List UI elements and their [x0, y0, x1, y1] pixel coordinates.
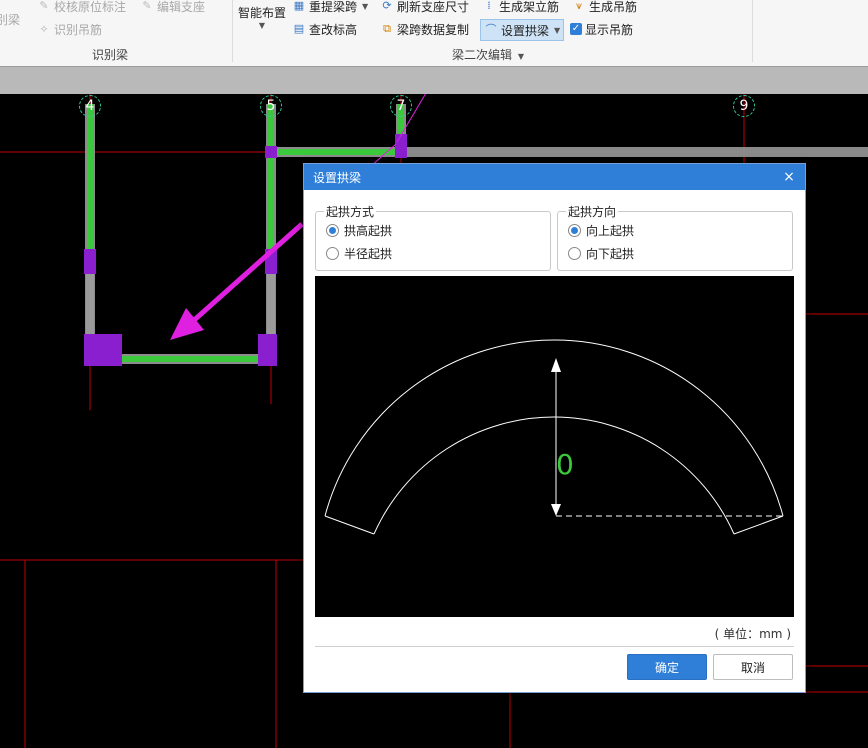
arch-direction-group: 起拱方向 向上起拱 向下起拱 — [557, 203, 793, 271]
identify-hanger-button[interactable]: ⟡ 识别吊筋 — [37, 19, 102, 39]
arch-preview-drawing: 0 — [324, 339, 784, 535]
check-annotation-label: 校核原位标注 — [54, 0, 127, 14]
modify-elevation-button[interactable]: ▤ 查改标高 — [292, 19, 357, 39]
arch-beam-icon: ⌒ — [485, 23, 497, 36]
unit-label: ( 单位：mm ) — [714, 627, 791, 641]
show-hanger-label: 显示吊筋 — [585, 22, 634, 37]
radio-arch-up-label: 向上起拱 — [586, 224, 635, 238]
set-arch-beam-dialog: 设置拱梁 × 起拱方式 拱高起拱 半径起拱 起拱方向 向上起拱 向下起拱 0 (… — [303, 163, 806, 693]
support[interactable] — [84, 249, 96, 274]
span-data-copy-button[interactable]: ⧉ 梁跨数据复制 — [380, 19, 469, 39]
arch-right-end — [733, 515, 784, 535]
show-hanger-toggle[interactable]: ✓ 显示吊筋 — [570, 19, 633, 39]
generate-hanger-label: 生成吊筋 — [589, 0, 638, 14]
set-arch-beam-button[interactable]: ⌒ 设置拱梁 ▼ — [480, 19, 565, 41]
arch-direction-legend: 起拱方向 — [566, 203, 619, 220]
arch-preview: 0 — [315, 276, 794, 617]
copy-data-icon: ⧉ — [383, 22, 391, 35]
support[interactable] — [265, 146, 277, 158]
radio-arch-radius-label: 半径起拱 — [344, 247, 393, 261]
arch-mode-group: 起拱方式 拱高起拱 半径起拱 — [315, 203, 551, 271]
ribbon-separator — [752, 0, 753, 62]
span-data-copy-label: 梁跨数据复制 — [397, 22, 470, 37]
arch-mode-legend: 起拱方式 — [324, 203, 377, 220]
refresh-support-size-button[interactable]: ⟳ 刷新支座尺寸 — [380, 0, 469, 16]
ribbon-toolbar: 识别梁 ✎ 校核原位标注 ✎ 编辑支座 ⟡ 识别吊筋 识别梁 ⌃ 智能布置 ▼ … — [0, 0, 868, 67]
support[interactable] — [84, 334, 122, 366]
generate-hanger-button[interactable]: ⩛ 生成吊筋 — [572, 0, 637, 16]
tab-strip — [0, 66, 868, 94]
beam-5-7[interactable] — [276, 149, 400, 155]
edit-support-button[interactable]: ✎ 编辑支座 — [140, 0, 205, 16]
radio-arch-height-label: 拱高起拱 — [344, 224, 393, 238]
axis-label-4: 4 — [79, 95, 101, 117]
identify-hanger-label: 识别吊筋 — [54, 22, 103, 37]
chevron-down-icon: ▼ — [362, 1, 369, 11]
chevron-down-icon: ▼ — [258, 21, 266, 30]
dialog-title-bar[interactable]: 设置拱梁 × — [304, 164, 805, 190]
radio-indicator[interactable] — [326, 247, 339, 260]
smart-layout-button[interactable]: ⌃ 智能布置 ▼ — [238, 0, 287, 30]
arrow-thick-line — [190, 222, 304, 324]
chevron-down-icon: ▼ — [554, 25, 561, 35]
dimension-arrow-up-icon — [551, 358, 561, 372]
edit-support-icon: ✎ — [142, 0, 152, 12]
smart-layout-label: 智能布置 — [238, 6, 287, 20]
radio-arch-down[interactable]: 向下起拱 — [568, 245, 634, 262]
beam-grey-top[interactable] — [400, 147, 868, 157]
show-hanger-checkbox[interactable]: ✓ — [570, 23, 582, 35]
modify-elevation-icon: ▤ — [293, 22, 305, 35]
re-extract-span-icon: ▦ — [293, 0, 305, 12]
beam-axis4-grey[interactable] — [86, 274, 94, 334]
generate-stirrup-button[interactable]: ⁞ 生成架立筋 — [482, 0, 559, 16]
arch-left-end — [324, 515, 375, 535]
modify-elevation-label: 查改标高 — [309, 22, 358, 37]
support[interactable] — [258, 334, 277, 366]
axis-label-9: 9 — [733, 95, 755, 117]
generate-stirrup-label: 生成架立筋 — [499, 0, 560, 14]
refresh-icon: ⟳ — [382, 0, 392, 12]
group-label-identify-beam: 识别梁 — [92, 48, 129, 62]
chevron-down-icon: ▼ — [517, 52, 524, 61]
identify-hanger-icon: ⟡ — [40, 22, 48, 35]
ribbon-identify-beam-partial[interactable]: 识别梁 — [0, 9, 20, 29]
close-icon[interactable]: × — [781, 169, 797, 185]
cancel-button[interactable]: 取消 — [713, 654, 793, 680]
identify-beam-label: 识别梁 — [0, 12, 21, 27]
edit-support-label: 编辑支座 — [157, 0, 206, 14]
axis-label-7: 7 — [390, 95, 412, 117]
radio-arch-radius[interactable]: 半径起拱 — [326, 245, 392, 262]
check-annotation-button[interactable]: ✎ 校核原位标注 — [37, 0, 126, 16]
generate-stirrup-icon: ⁞ — [487, 0, 491, 12]
dialog-divider — [315, 646, 794, 647]
radio-arch-height[interactable]: 拱高起拱 — [326, 222, 392, 239]
radio-arch-down-label: 向下起拱 — [586, 247, 635, 261]
set-arch-beam-label: 设置拱梁 — [501, 23, 550, 38]
generate-hanger-icon: ⩛ — [575, 0, 583, 12]
group-label-beam-secondary-edit[interactable]: 梁二次编辑 ▼ — [452, 46, 524, 63]
dialog-title: 设置拱梁 — [313, 170, 362, 185]
ok-button[interactable]: 确定 — [627, 654, 707, 680]
beam-secondary-edit-label: 梁二次编辑 — [452, 48, 513, 62]
arch-height-value[interactable]: 0 — [556, 448, 574, 481]
re-extract-span-button[interactable]: ▦ 重提梁跨 ▼ — [292, 0, 368, 16]
dimension-arrow-down-icon — [551, 504, 561, 516]
re-extract-span-label: 重提梁跨 — [309, 0, 358, 14]
axis-label-5: 5 — [260, 95, 282, 117]
radio-indicator-selected[interactable] — [568, 224, 581, 237]
check-annotation-icon: ✎ — [39, 0, 49, 12]
beam-axis5-grey[interactable] — [267, 274, 275, 334]
ribbon-separator — [232, 0, 233, 62]
radio-indicator-selected[interactable] — [326, 224, 339, 237]
support[interactable] — [395, 134, 407, 158]
radio-arch-up[interactable]: 向上起拱 — [568, 222, 634, 239]
refresh-support-size-label: 刷新支座尺寸 — [397, 0, 470, 14]
radio-indicator[interactable] — [568, 247, 581, 260]
